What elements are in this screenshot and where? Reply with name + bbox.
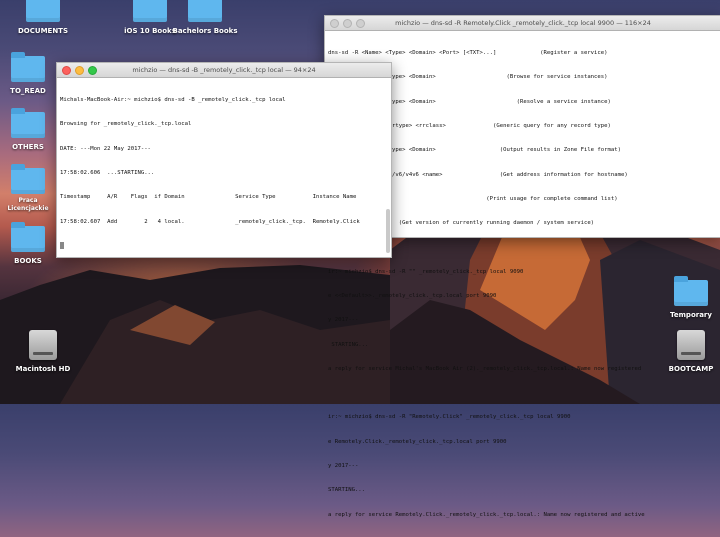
hard-drive-icon [29,330,57,360]
terminal-line: Browsing for _remotely_click._tcp.local [60,121,192,128]
desktop-icon-books[interactable]: BOOKS [0,222,58,265]
terminal-line: a reply for service Remotely.Click._remo… [328,511,645,518]
terminal-window-front[interactable]: michzio — dns-sd -B _remotely_click._tcp… [56,62,392,258]
terminal-line: e Remotely.Click._remotely_click._tcp.lo… [328,438,507,445]
desktop-icon-label: OTHERS [12,143,44,151]
desktop-icon-macintosh-hd[interactable]: Macintosh HD [0,330,88,373]
desktop-icon-label: BOOKS [14,257,42,265]
terminal-line: 17:58:02.607 Add 2 4 local. _remotely_cl… [60,218,360,225]
text-cursor [60,241,64,249]
terminal-line: y 2017--- [328,462,359,469]
terminal-line: Michals-MacBook-Air:~ michzio$ dns-sd -B… [60,97,286,104]
window-titlebar[interactable]: michzio — dns-sd -R Remotely.Click _remo… [325,16,720,31]
folder-icon [188,0,222,22]
terminal-line: a reply for service Michal's MacBook Air… [328,365,642,372]
terminal-line: STARTING... [328,341,369,348]
terminal-line: e <<Default>>._remotely_click._tcp.local… [328,293,497,299]
folder-icon [11,52,45,82]
desktop-icon-to-read[interactable]: TO_READ [0,52,58,95]
desktop-icon-label: Bachelors Books [172,27,238,35]
window-titlebar[interactable]: michzio — dns-sd -B _remotely_click._tcp… [57,63,391,78]
window-title: michzio — dns-sd -R Remotely.Click _remo… [395,19,651,27]
window-title: michzio — dns-sd -B _remotely_click._tcp… [132,66,316,74]
terminal-line: 17:58:02.606 ...STARTING... [60,170,155,177]
terminal-line: ir:~ michzio$ dns-sd -R "Remotely.Click"… [328,414,571,421]
terminal-line: Timestamp A/R Flags if Domain Service Ty… [60,194,357,201]
folder-icon [26,0,60,22]
desktop-icon-documents[interactable]: DOCUMENTS [0,0,88,35]
desktop-icon-bachelors-books[interactable]: Bachelors Books [160,0,250,35]
folder-icon [11,108,45,138]
folder-icon [11,222,45,252]
desktop-icon-label: Macintosh HD [15,365,71,373]
vertical-scrollbar[interactable] [386,209,390,253]
terminal-line: STARTING... [328,487,366,494]
desktop-icon-label: DOCUMENTS [17,27,68,35]
terminal-cursor-line [60,241,388,251]
terminal-line: DATE: ---Mon 22 May 2017--- [60,145,151,152]
desktop-icon-label: TO_READ [10,87,46,95]
terminal-line: dns-sd -R <Name> <Type> <Domain> <Port> … [328,50,608,57]
desktop-icon-label: Licencjackie [7,205,49,212]
terminal-output[interactable]: Michals-MacBook-Air:~ michzio$ dns-sd -B… [57,78,391,269]
desktop-icon-praca-licencjackie[interactable]: Praca Licencjackie [0,164,58,213]
desktop-icon-others[interactable]: OTHERS [0,108,58,151]
terminal-line: y 2017--- [328,317,359,324]
desktop-icon-label: Praca [18,197,38,204]
folder-icon [11,164,45,194]
